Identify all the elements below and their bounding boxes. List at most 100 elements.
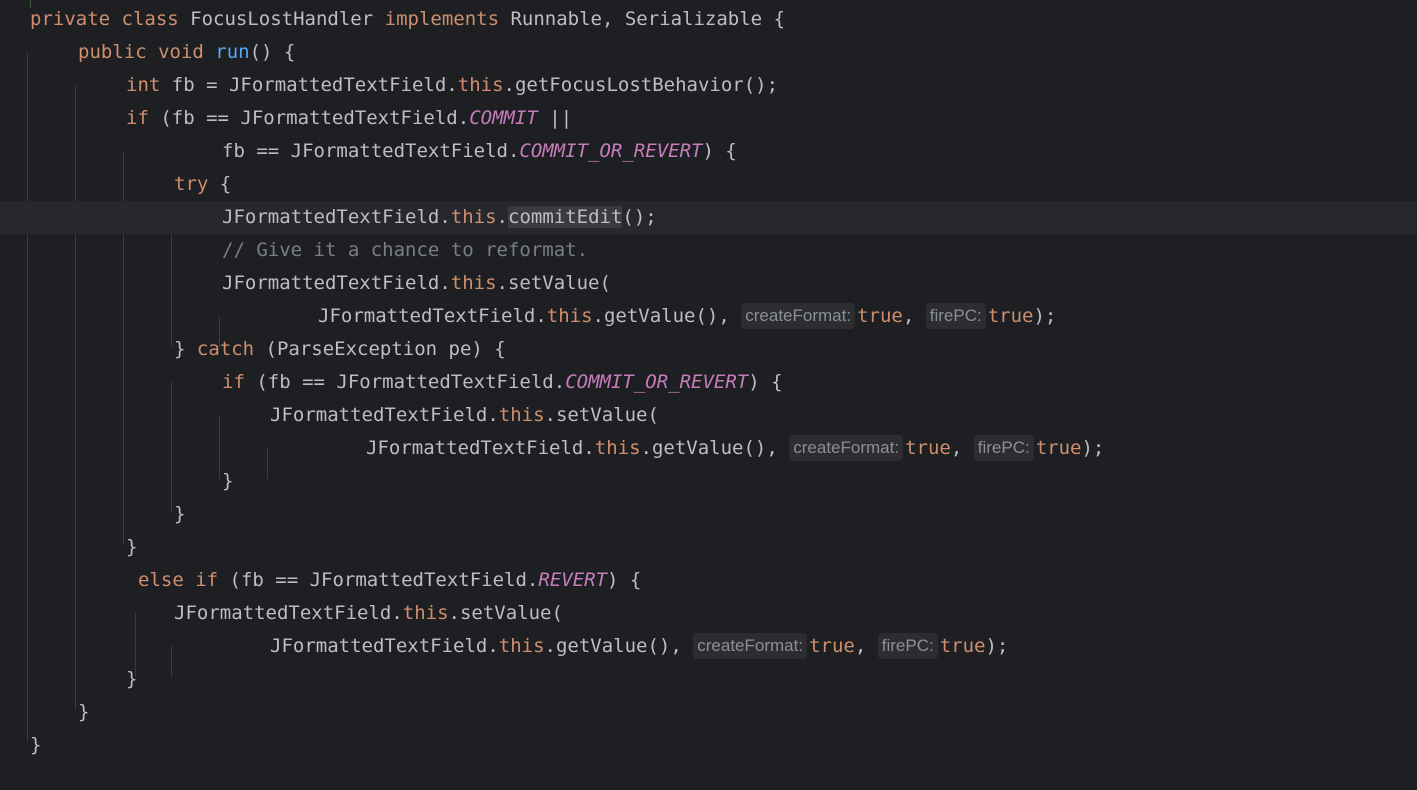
code-line[interactable]: int fb = JFormattedTextField.this.getFoc… [0,69,1417,102]
code-token: if [222,370,257,393]
code-line[interactable]: if (fb == JFormattedTextField.COMMIT_OR_… [0,366,1417,399]
code-line[interactable]: fb == JFormattedTextField.COMMIT_OR_REVE… [0,135,1417,168]
code-token: else if [138,568,230,591]
code-text: int fb = JFormattedTextField.this.getFoc… [126,69,778,102]
code-token: Runnable, Serializable { [510,7,786,30]
code-text: JFormattedTextField.this.getValue(), cre… [270,630,1008,663]
code-token: || [537,106,573,129]
code-line[interactable]: if (fb == JFormattedTextField.COMMIT || [0,102,1417,135]
code-token: .getValue(), [544,634,694,657]
code-token: (fb == JFormattedTextField. [256,370,566,393]
code-line[interactable]: JFormattedTextField.this.getValue(), cre… [0,300,1417,333]
code-token: true [809,634,855,657]
code-token: } [78,700,90,723]
code-token: ); [985,634,1009,657]
code-token: { [219,172,232,195]
code-editor[interactable]: private class FocusLostHandler implement… [0,0,1417,790]
code-token: int [126,73,172,96]
code-token: this [450,271,497,294]
code-token: implements [384,7,511,30]
code-token: public void [78,40,216,63]
code-token: JFormattedTextField. [366,436,595,459]
code-token: true [857,304,903,327]
code-line[interactable]: private class FocusLostHandler implement… [0,3,1417,36]
code-token: ); [1033,304,1057,327]
code-line[interactable]: } [0,696,1417,729]
code-token: (fb == JFormattedTextField. [160,106,470,129]
code-token: catch [196,337,266,360]
code-text: JFormattedTextField.this.commitEdit(); [222,201,657,234]
code-line[interactable]: JFormattedTextField.this.getValue(), cre… [0,432,1417,465]
code-line[interactable]: } [0,465,1417,498]
code-text: else if (fb == JFormattedTextField.REVER… [138,564,641,597]
code-line[interactable]: JFormattedTextField.this.setValue( [0,267,1417,300]
code-token: .getFocusLostBehavior(); [503,73,779,96]
code-line[interactable]: } [0,498,1417,531]
code-text: try { [174,168,231,201]
code-text: if (fb == JFormattedTextField.COMMIT_OR_… [222,366,783,399]
code-line[interactable]: else if (fb == JFormattedTextField.REVER… [0,564,1417,597]
code-token: if [126,106,161,129]
code-token: private class [30,7,191,30]
code-token: this [498,403,545,426]
code-token: // Give it a chance to reformat. [222,238,589,261]
code-token: .getValue(), [640,436,790,459]
code-line-current[interactable]: JFormattedTextField.this.commitEdit(); [0,200,1417,234]
parameter-hint: firePC: [925,302,986,329]
code-text: } [126,531,137,564]
code-token: try [174,172,220,195]
code-token: JFormattedTextField. [222,271,451,294]
parameter-hint: createFormat: [789,434,904,461]
code-text: } [30,729,41,762]
code-token: this [457,73,504,96]
code-token: true [987,304,1034,327]
code-line[interactable]: } [0,729,1417,762]
code-token: run [215,40,250,63]
code-line[interactable]: JFormattedTextField.this.setValue( [0,399,1417,432]
code-token: , [950,436,974,459]
code-token: JFormattedTextField. [318,304,547,327]
code-token: this [402,601,449,624]
code-text: // Give it a chance to reformat. [222,234,588,267]
code-token: .setValue( [448,601,563,624]
code-line[interactable]: JFormattedTextField.this.getValue(), cre… [0,630,1417,663]
code-text: } [126,663,137,696]
code-token: this [498,634,545,657]
parameter-hint: firePC: [973,434,1034,461]
code-text: JFormattedTextField.this.getValue(), cre… [318,300,1056,333]
parameter-hint: createFormat: [741,302,856,329]
code-line[interactable]: public void run() { [0,36,1417,69]
code-text: JFormattedTextField.this.getValue(), cre… [366,432,1104,465]
code-text: private class FocusLostHandler implement… [30,3,785,36]
code-line[interactable]: } [0,531,1417,564]
code-text: if (fb == JFormattedTextField.COMMIT || [126,102,572,135]
code-token: FocusLostHandler [190,7,385,30]
code-token: } [126,535,138,558]
code-token: ) { [748,370,783,393]
code-token: (fb == JFormattedTextField. [229,568,539,591]
code-token: .setValue( [544,403,659,426]
code-line[interactable]: JFormattedTextField.this.setValue( [0,597,1417,630]
code-token: REVERT [538,568,608,591]
code-token: JFormattedTextField. [174,601,403,624]
code-line[interactable]: } [0,663,1417,696]
code-token: ) { [702,139,737,162]
code-token: .getValue(), [592,304,742,327]
code-token: true [905,436,951,459]
code-text: } [174,498,185,531]
code-token: } [174,502,186,525]
code-token: JFormattedTextField. [270,403,499,426]
code-line[interactable]: // Give it a chance to reformat. [0,234,1417,267]
code-token: JFormattedTextField. [222,205,451,228]
code-token: , [902,304,926,327]
code-text: public void run() { [78,36,295,69]
code-token: () { [249,40,296,63]
code-text: JFormattedTextField.this.setValue( [270,399,659,432]
code-token: } [126,667,138,690]
code-line[interactable]: try { [0,168,1417,201]
code-token: , [854,634,878,657]
code-token: fb = JFormattedTextField. [171,73,458,96]
code-line[interactable]: } catch (ParseException pe) { [0,333,1417,366]
code-token: COMMIT_OR_REVERT [519,139,703,162]
code-token: ) { [607,568,642,591]
